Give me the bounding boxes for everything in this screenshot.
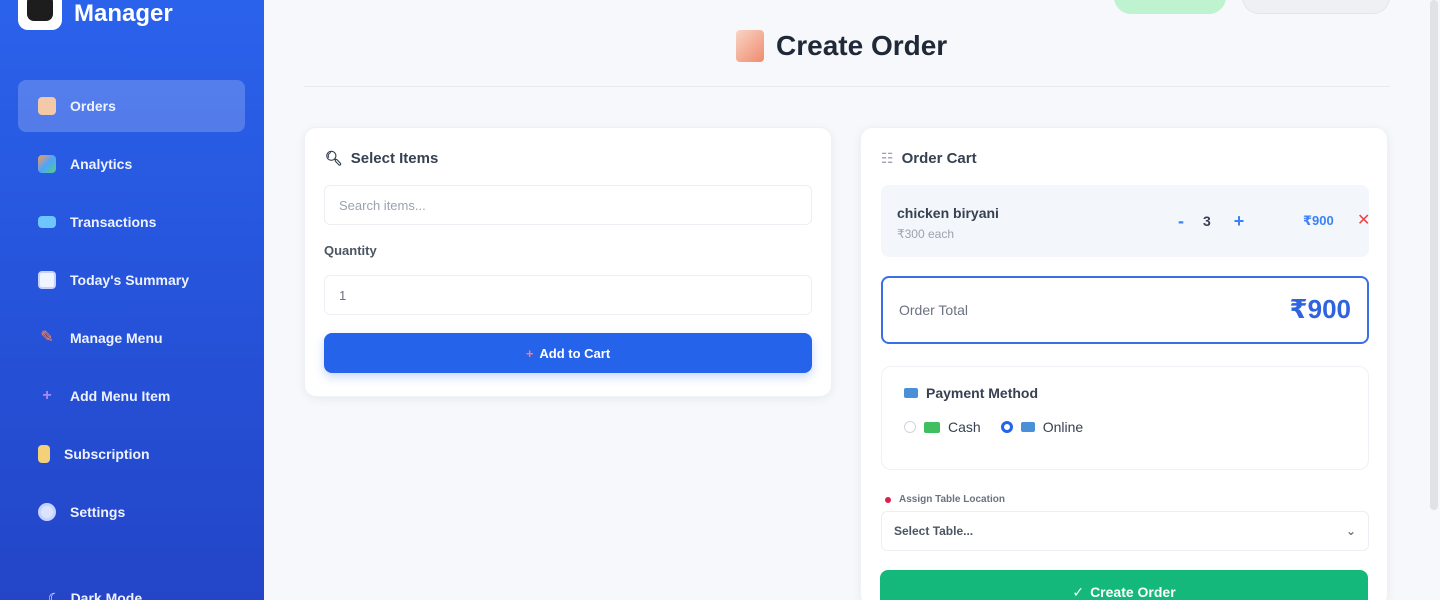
brand: Manager bbox=[18, 0, 173, 30]
sidebar-item-label: Analytics bbox=[70, 156, 133, 172]
sidebar-item-manage-menu[interactable]: ✎ Manage Menu bbox=[18, 312, 245, 364]
order-total-box: Order Total ₹900 bbox=[881, 276, 1369, 344]
order-total-value: ₹900 bbox=[1289, 294, 1351, 324]
dark-mode-toggle[interactable]: ☾ Dark Mode bbox=[48, 590, 142, 600]
sidebar-item-transactions[interactable]: Transactions bbox=[18, 196, 245, 248]
cart-item-price: ₹300 each bbox=[897, 227, 955, 241]
sidebar-item-label: Transactions bbox=[70, 214, 157, 230]
add-to-cart-button[interactable]: + Add to Cart bbox=[324, 333, 812, 373]
top-actions bbox=[1114, 0, 1390, 14]
online-label: Online bbox=[1042, 419, 1084, 435]
cart-icon: ☷ bbox=[881, 150, 894, 166]
sidebar-item-label: Today's Summary bbox=[70, 272, 189, 288]
quantity-value: 1 bbox=[339, 287, 347, 303]
sidebar-item-label: Manage Menu bbox=[70, 330, 163, 346]
page-title-text: Create Order bbox=[776, 30, 948, 61]
sidebar-item-orders[interactable]: Orders bbox=[18, 80, 245, 132]
order-cart-card: ☷ Order Cart chicken biryani ₹300 each -… bbox=[860, 127, 1388, 600]
scrollbar[interactable] bbox=[1430, 0, 1438, 510]
search-icon: 🔍︎ bbox=[325, 150, 343, 166]
order-cart-heading: ☷ Order Cart bbox=[881, 150, 977, 167]
table-location-label: Assign Table Location bbox=[885, 494, 1005, 505]
table-location-text: Assign Table Location bbox=[899, 494, 1005, 505]
sidebar-item-todays-summary[interactable]: Today's Summary bbox=[18, 254, 245, 306]
cash-icon bbox=[924, 421, 940, 433]
sidebar-item-label: Subscription bbox=[64, 446, 150, 462]
payment-method-heading: Payment Method bbox=[904, 385, 1038, 401]
cash-label: Cash bbox=[948, 419, 981, 435]
payment-option-online[interactable]: Online bbox=[1000, 419, 1084, 435]
sidebar: Manager Orders Analytics Transactions To… bbox=[0, 0, 264, 600]
select-items-card: 🔍︎ Select Items Search items... Quantity… bbox=[304, 127, 832, 397]
credit-card-icon bbox=[38, 216, 56, 228]
cart-item-quantity: 3 bbox=[1203, 213, 1211, 229]
sidebar-item-analytics[interactable]: Analytics bbox=[18, 138, 245, 190]
calendar-icon bbox=[38, 271, 56, 289]
payment-options: Cash Online bbox=[904, 419, 1097, 435]
credit-card-icon bbox=[1020, 422, 1035, 432]
cart-item-line-total: ₹900 bbox=[1303, 213, 1334, 228]
order-cart-title: Order Cart bbox=[901, 150, 977, 167]
quantity-input[interactable]: 1 bbox=[324, 275, 812, 315]
search-placeholder: Search items... bbox=[339, 197, 426, 213]
brand-name: Manager bbox=[74, 0, 173, 27]
memo-icon bbox=[736, 30, 764, 62]
table-select[interactable]: Select Table... ⌄ bbox=[881, 511, 1369, 551]
quantity-label: Quantity bbox=[324, 243, 377, 258]
increase-quantity-button[interactable]: + bbox=[1227, 209, 1251, 233]
payment-option-cash[interactable]: Cash bbox=[904, 419, 981, 435]
online-radio[interactable] bbox=[1000, 421, 1013, 433]
order-total-label: Order Total bbox=[899, 302, 968, 318]
payment-method-title: Payment Method bbox=[926, 385, 1039, 401]
clipboard-icon bbox=[38, 97, 56, 115]
hourglass-icon bbox=[38, 445, 50, 463]
top-action-button[interactable] bbox=[1242, 0, 1390, 14]
page-title: Create Order bbox=[736, 30, 947, 62]
plus-icon: + bbox=[525, 345, 534, 361]
payment-method-box: Payment Method Cash Online bbox=[881, 366, 1369, 470]
add-to-cart-label: Add to Cart bbox=[539, 345, 611, 361]
cash-radio[interactable] bbox=[904, 421, 916, 433]
brand-logo bbox=[18, 0, 62, 30]
sidebar-nav: Orders Analytics Transactions Today's Su… bbox=[18, 80, 245, 544]
decrease-quantity-button[interactable]: - bbox=[1169, 209, 1193, 233]
pin-icon bbox=[885, 496, 891, 503]
sidebar-item-label: Add Menu Item bbox=[70, 388, 171, 404]
pencil-icon: ✎ bbox=[40, 329, 54, 346]
select-items-heading: 🔍︎ Select Items bbox=[325, 150, 438, 167]
bar-chart-icon bbox=[38, 155, 56, 173]
sidebar-item-settings[interactable]: Settings bbox=[18, 486, 245, 538]
moon-icon: ☾ bbox=[48, 590, 61, 600]
sidebar-item-label: Orders bbox=[70, 98, 116, 114]
cart-item-name: chicken biryani bbox=[897, 205, 999, 221]
top-action-button[interactable] bbox=[1114, 0, 1226, 14]
sidebar-item-subscription[interactable]: Subscription bbox=[18, 428, 245, 480]
credit-card-icon bbox=[904, 388, 918, 398]
cart-item: chicken biryani ₹300 each - 3 + ₹900 ✕ bbox=[881, 185, 1370, 257]
dark-mode-label: Dark Mode bbox=[70, 590, 143, 600]
create-order-button[interactable]: ✓ Create Order bbox=[880, 570, 1368, 600]
create-order-label: Create Order bbox=[1090, 584, 1176, 600]
search-input[interactable]: Search items... bbox=[324, 185, 812, 225]
divider bbox=[304, 86, 1390, 87]
plus-icon: + bbox=[42, 387, 52, 404]
gear-icon bbox=[38, 503, 56, 521]
chevron-down-icon: ⌄ bbox=[1345, 524, 1356, 538]
select-items-title: Select Items bbox=[350, 150, 439, 167]
sidebar-item-add-menu-item[interactable]: + Add Menu Item bbox=[18, 370, 245, 422]
table-select-value: Select Table... bbox=[894, 524, 974, 538]
sidebar-item-label: Settings bbox=[70, 504, 126, 520]
check-icon: ✓ bbox=[1072, 583, 1085, 600]
remove-item-button[interactable]: ✕ bbox=[1357, 210, 1370, 230]
